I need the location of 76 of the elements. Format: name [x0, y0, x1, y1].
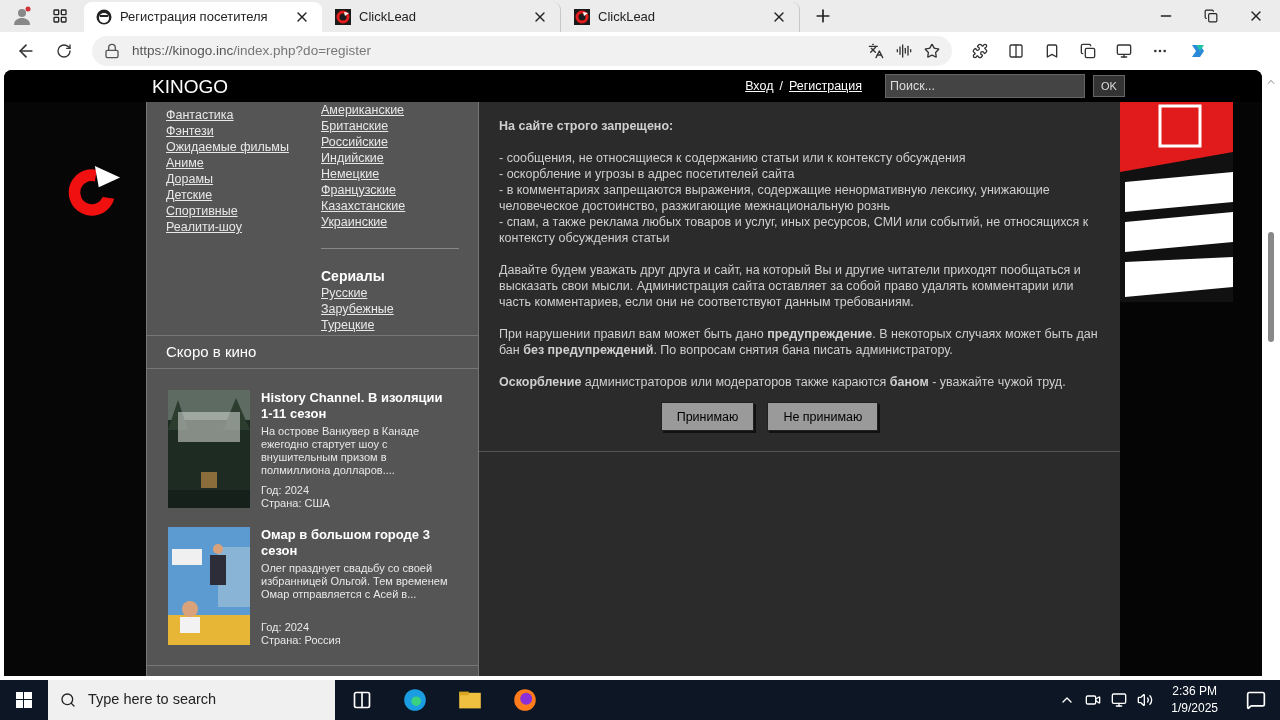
- country-link[interactable]: Американские: [321, 102, 459, 118]
- choice-button[interactable]: Принимаю: [660, 402, 755, 431]
- genre-link[interactable]: Детские: [166, 187, 321, 203]
- movie-description: На острове Ванкувер в Канаде ежегодно стартует шоу с внушительным призом в полмиллиона долларов....: [261, 425, 421, 477]
- movie-description: Олег празднует свадьбу со своей избранницей Ольгой. Тем временем Омар отправляется с Асей в...: [261, 562, 449, 601]
- rule-item: - спам, а также реклама любых товаров и услуг, иных ресурсов, СМИ или событий, не относящихся к контексту обсуждения статьи: [499, 214, 1090, 246]
- reload-icon[interactable]: [56, 43, 72, 59]
- movie-title[interactable]: Омар в большом городе 3 сезон: [261, 527, 457, 559]
- series-link[interactable]: Зарубежные: [321, 301, 459, 317]
- search-button[interactable]: OK: [1093, 75, 1125, 97]
- movie-country: Страна: США: [261, 497, 331, 510]
- movie-title[interactable]: History Channel. В изоляции 1-11 сезон: [261, 390, 457, 422]
- genre-link[interactable]: Фантастика: [166, 107, 321, 123]
- country-link[interactable]: Казахстанские: [321, 198, 459, 214]
- register-link[interactable]: Регистрация: [788, 76, 862, 96]
- tab-actions-icon[interactable]: [52, 8, 68, 24]
- rules-heading: На сайте строго запрещено:: [499, 118, 675, 134]
- lock-icon: [104, 43, 120, 59]
- genre-link[interactable]: Аниме: [166, 155, 321, 171]
- genre-link[interactable]: Спортивные: [166, 203, 321, 219]
- extensions-icon[interactable]: [972, 43, 988, 59]
- c-logo-icon: [574, 9, 590, 25]
- search-icon: [60, 692, 76, 708]
- star-icon[interactable]: [924, 43, 940, 59]
- country-link[interactable]: Британские: [321, 118, 459, 134]
- camera-icon[interactable]: [1085, 692, 1102, 708]
- url-text: https://kinogo.inc/index.php?do=register: [132, 41, 373, 60]
- rules-paragraph: Оскорбление администраторов или модераторов также караются баном - уважайте чужой труд.: [499, 374, 1067, 390]
- c-logo-icon: [335, 9, 351, 25]
- split-screen-icon[interactable]: [1008, 43, 1024, 59]
- notifications-icon[interactable]: [1246, 690, 1266, 710]
- collections-icon[interactable]: [1080, 43, 1096, 59]
- search-placeholder: Type here to search: [88, 690, 217, 710]
- read-aloud-icon[interactable]: [896, 43, 912, 59]
- tab-title: ClickLead: [359, 8, 418, 27]
- tab-title: ClickLead: [598, 8, 657, 27]
- rule-item: - сообщения, не относящиеся к содержанию статьи или к контексту обсуждения: [499, 150, 967, 166]
- series-heading: Сериалы: [321, 267, 386, 285]
- rule-item: - в комментариях запрещаются выражения, содержащие ненормативную лексику, унижающие человеческое достоинство, разжигающие межнациональную рознь: [499, 182, 1051, 214]
- movie-year: Год: 2024: [261, 621, 311, 634]
- series-link[interactable]: Русские: [321, 285, 459, 301]
- genre-link[interactable]: Фэнтези: [166, 123, 321, 139]
- genre-link[interactable]: Дорамы: [166, 171, 321, 187]
- section-heading: Скоро в кино: [166, 341, 257, 362]
- address-field[interactable]: https://kinogo.inc/index.php?do=register: [92, 36, 952, 66]
- login-link[interactable]: Вход: [745, 76, 774, 96]
- country-link[interactable]: Французские: [321, 182, 459, 198]
- volume-icon[interactable]: [1137, 692, 1154, 708]
- choice-button[interactable]: Не принимаю: [767, 402, 879, 431]
- rules-paragraph: При нарушении правил вам может быть дано предупреждение. В некоторых случаях может быть дан бан без предупреждений. По вопросам снятия бана писать администратору.: [499, 326, 1099, 358]
- windows-icon[interactable]: [16, 692, 32, 708]
- country-link[interactable]: Украинские: [321, 214, 459, 230]
- movie-year: Год: 2024: [261, 484, 311, 497]
- clock-date[interactable]: 1/9/2025: [1171, 700, 1218, 717]
- country-link[interactable]: Российские: [321, 134, 459, 150]
- link-separator: /: [779, 77, 783, 95]
- browser-tab[interactable]: Регистрация посетителя: [84, 2, 322, 32]
- favorites-icon[interactable]: [1044, 43, 1060, 59]
- task-view-icon[interactable]: [352, 690, 372, 710]
- network-icon[interactable]: [1111, 692, 1128, 708]
- movie-country: Страна: Россия: [261, 634, 342, 647]
- rule-item: - оскорбление и угрозы в адрес посетителей сайта: [499, 166, 796, 182]
- tab-title: Регистрация посетителя: [120, 8, 269, 27]
- clock-time[interactable]: 2:36 PM: [1172, 683, 1217, 700]
- series-link[interactable]: Турецкие: [321, 317, 459, 333]
- profile-icon[interactable]: [12, 6, 32, 26]
- translate-icon[interactable]: [868, 43, 884, 59]
- taskbar-search-field[interactable]: Type here to search: [48, 680, 335, 720]
- restore-icon[interactable]: [1204, 9, 1218, 23]
- rules-paragraph: Давайте будем уважать друг друга и сайт, на который Вы и другие читатели приходят пообщаться и высказать свои мысли. Администрация сайта оставляет за собой право удалять комментарии или часть комментариев, если они не соответствуют данным требованиям.: [499, 262, 1082, 310]
- site-logo[interactable]: KINOGO: [152, 76, 228, 96]
- country-link[interactable]: Индийские: [321, 150, 459, 166]
- genre-link[interactable]: Реалити-шоу: [166, 219, 321, 235]
- search-field[interactable]: Поиск...: [885, 74, 1085, 98]
- country-link[interactable]: Немецкие: [321, 166, 459, 182]
- genre-link[interactable]: Ожидаемые фильмы: [166, 139, 321, 155]
